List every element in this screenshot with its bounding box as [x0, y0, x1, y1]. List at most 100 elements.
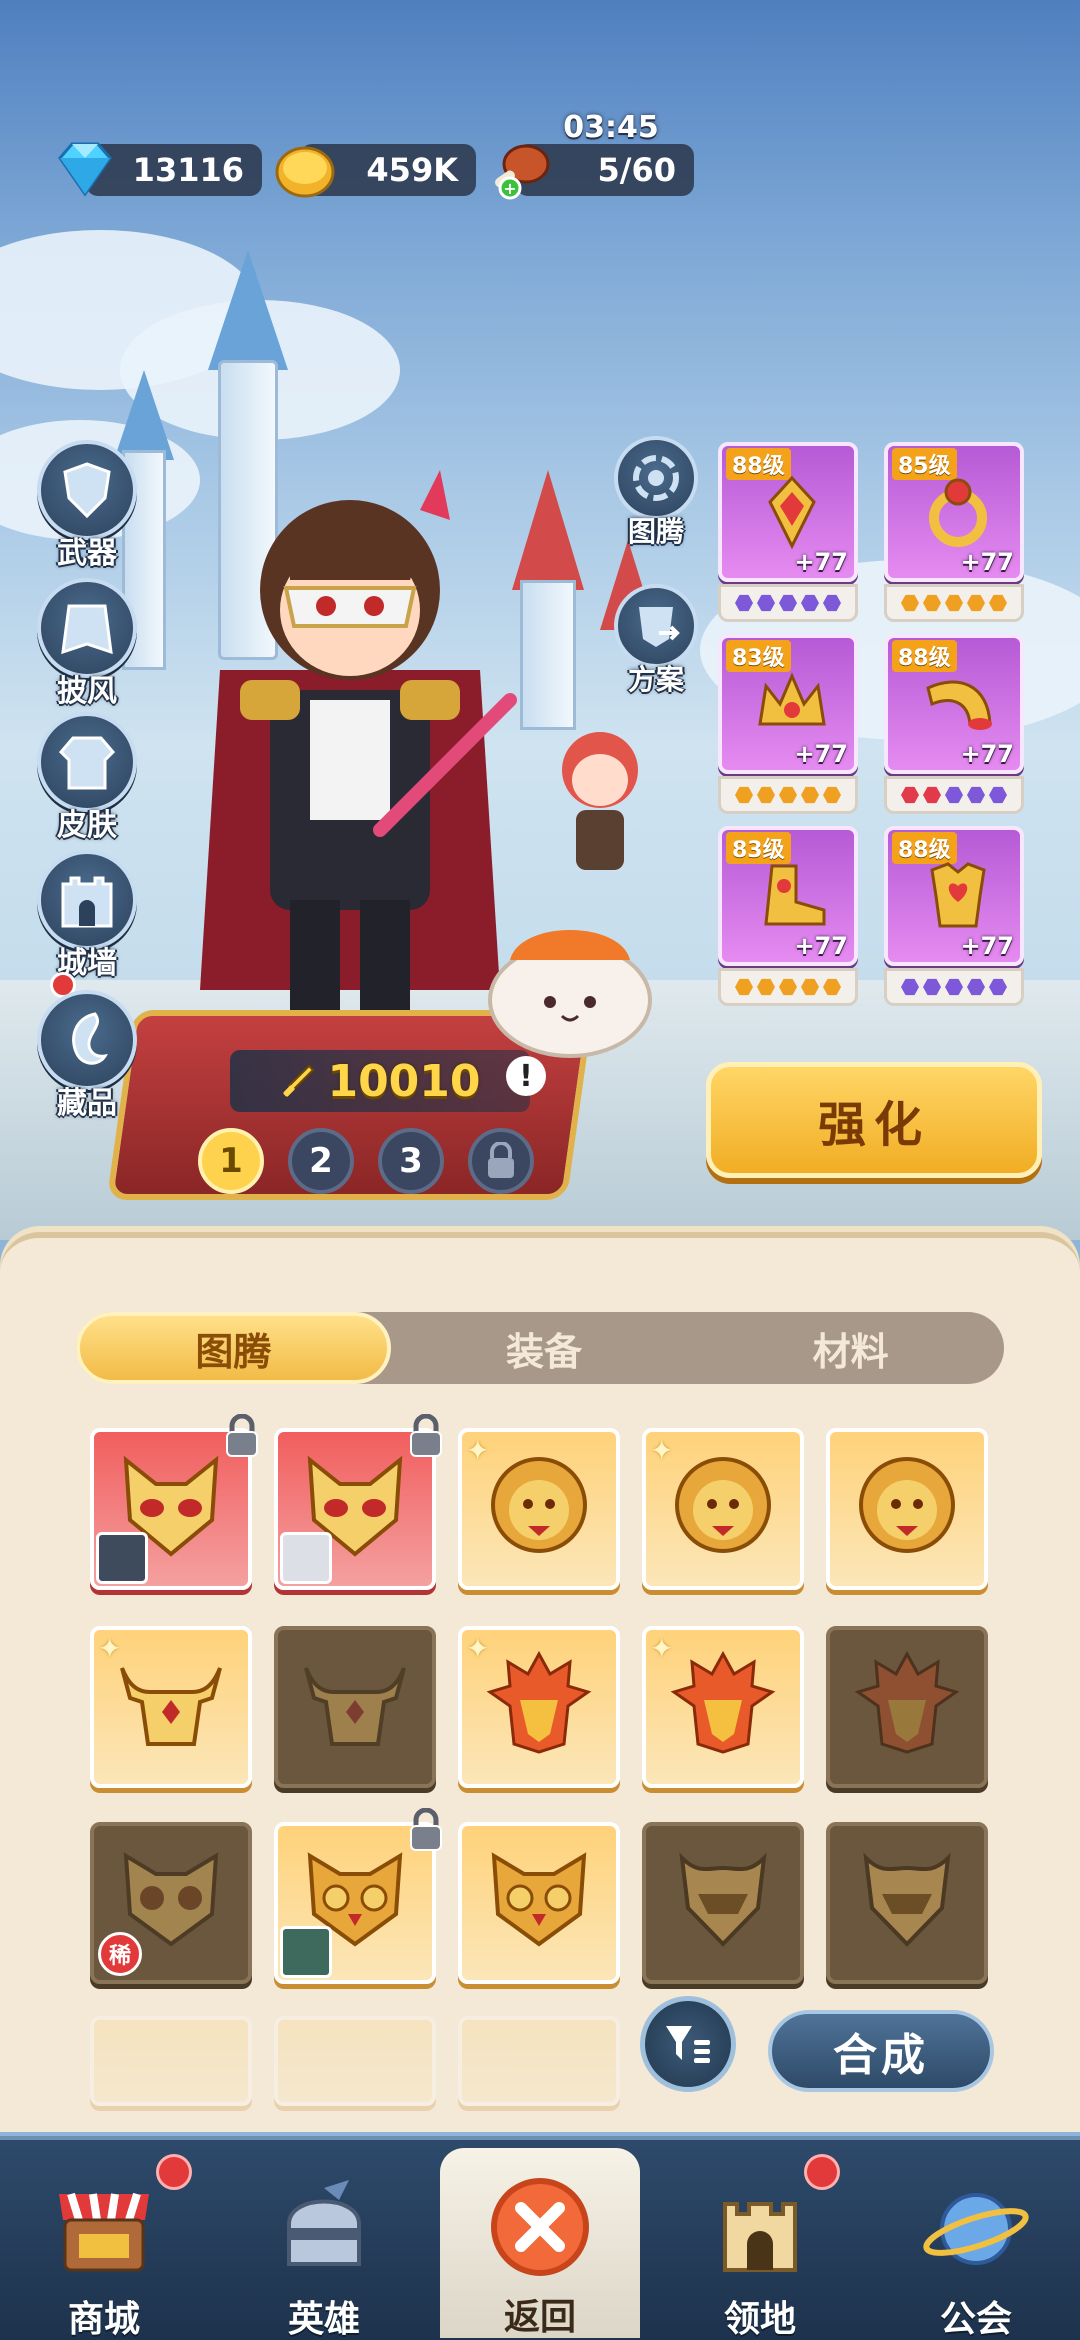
nav-skin[interactable]: 皮肤 — [32, 712, 142, 844]
alert-icon[interactable]: ! — [506, 1056, 546, 1096]
beetle-mask-icon — [863, 1852, 951, 1947]
equipment-slot[interactable]: 83级 +77 — [718, 826, 858, 1006]
inventory-tabs: 图腾 装备 材料 — [76, 1312, 1004, 1384]
totem-item[interactable] — [90, 2016, 252, 2106]
nav-wall-label: 城墙 — [57, 946, 117, 981]
nav-wall[interactable]: 城墙 — [32, 850, 142, 982]
hero-avatar — [280, 1926, 332, 1978]
lion-mask-icon — [491, 1457, 587, 1553]
shop-icon — [59, 2192, 149, 2272]
nav-heroes[interactable]: 英雄 — [224, 2150, 424, 2340]
lock-icon — [488, 1142, 514, 1178]
totem-item[interactable]: ✦ — [90, 1626, 252, 1788]
nav-weapon-label: 武器 — [57, 536, 117, 571]
lion-mask-icon — [859, 1457, 955, 1553]
totem-item[interactable] — [90, 1414, 258, 1590]
totem-item[interactable]: 稀 — [90, 1822, 252, 1984]
gold-coin-icon — [270, 134, 340, 204]
combine-button[interactable]: 合成 — [768, 2010, 994, 2092]
filter-button[interactable] — [640, 1996, 736, 2092]
nav-territory-label: 领地 — [723, 2299, 796, 2340]
nav-totem[interactable]: 图腾 — [606, 436, 706, 550]
ring-icon — [929, 478, 987, 547]
totem-icon — [633, 455, 679, 501]
totem-item[interactable] — [458, 1822, 620, 1984]
totem-item[interactable] — [274, 2016, 436, 2106]
gold-count: 459K — [366, 151, 458, 189]
cape-icon — [61, 604, 113, 655]
tab-equipment[interactable]: 装备 — [391, 1312, 698, 1384]
nav-totem-label: 图腾 — [627, 515, 684, 548]
enhance-button[interactable]: 强化 — [706, 1062, 1042, 1178]
notification-dot — [156, 2154, 192, 2190]
equipment-plus: +77 — [960, 740, 1014, 768]
nav-shop-label: 商城 — [67, 2299, 140, 2340]
armor-icon — [930, 862, 986, 928]
totem-item[interactable] — [642, 1822, 804, 1984]
sword-icon — [283, 1064, 315, 1097]
tab-materials[interactable]: 材料 — [697, 1312, 1004, 1384]
combat-power: 10010 — [230, 1050, 530, 1112]
nav-collection[interactable]: 藏品 — [32, 990, 142, 1122]
equipment-slot[interactable]: 88级 +77 — [884, 634, 1024, 814]
equipment-stars — [718, 776, 858, 814]
totem-item[interactable] — [826, 1428, 988, 1590]
pet-companion[interactable] — [480, 910, 660, 1060]
loadout-page-locked[interactable] — [468, 1128, 534, 1194]
owl-mask-icon — [491, 1852, 587, 1947]
hero-avatar — [96, 1532, 148, 1584]
wall-icon — [61, 876, 113, 928]
totem-item[interactable]: ✦ — [458, 1626, 620, 1788]
totem-item[interactable] — [274, 1626, 436, 1788]
phoenix-mask-icon — [486, 1650, 592, 1754]
lock-icon — [226, 1414, 258, 1457]
equipment-plus: +77 — [960, 548, 1014, 576]
nav-guild[interactable]: 公会 — [876, 2150, 1076, 2340]
preset-icon — [639, 607, 680, 647]
equipment-stars — [884, 776, 1024, 814]
equipment-slot[interactable]: 85级 +77 — [884, 442, 1024, 622]
close-icon — [491, 2178, 589, 2276]
loadout-page-3[interactable]: 3 — [378, 1128, 444, 1194]
crown-icon — [758, 672, 826, 726]
combat-power-value: 10010 — [327, 1055, 481, 1107]
totem-item[interactable] — [826, 1626, 988, 1788]
nav-cape[interactable]: 披风 — [32, 578, 142, 710]
skin-icon — [58, 736, 116, 790]
collection-icon — [72, 1012, 108, 1065]
equipment-plus: +77 — [960, 932, 1014, 960]
equipment-slot[interactable]: 88级 +77 — [718, 442, 858, 622]
loadout-page-2[interactable]: 2 — [288, 1128, 354, 1194]
hero-character[interactable] — [180, 470, 520, 1030]
equipment-stars — [718, 968, 858, 1006]
hero-avatar — [280, 1532, 332, 1584]
totem-item[interactable] — [274, 1808, 442, 1984]
equipment-stars — [718, 584, 858, 622]
totem-item[interactable] — [458, 2016, 620, 2106]
totem-item[interactable]: ✦ — [458, 1428, 620, 1590]
hero-helmet-icon — [287, 2180, 361, 2266]
lock-icon — [410, 1414, 442, 1457]
nav-preset[interactable]: 方案 — [606, 584, 706, 698]
diamond-icon — [50, 134, 120, 204]
equipment-slot[interactable]: 83级 +77 — [718, 634, 858, 814]
totem-item[interactable] — [826, 1822, 988, 1984]
stamina-timer: 03:45 — [563, 110, 659, 145]
castle-icon — [723, 2202, 797, 2272]
tab-totem[interactable]: 图腾 — [76, 1312, 391, 1384]
equipment-slot[interactable]: 88级 +77 — [884, 826, 1024, 1006]
nav-heroes-label: 英雄 — [287, 2299, 360, 2340]
npc-girl — [562, 732, 638, 870]
equipment-stars — [884, 584, 1024, 622]
equipment-plus: +77 — [794, 932, 848, 960]
nav-weapon[interactable]: 武器 — [32, 440, 142, 572]
loadout-page-1[interactable]: 1 — [198, 1128, 264, 1194]
equipment-stars — [884, 968, 1024, 1006]
stamina-count: 5/60 — [597, 151, 676, 189]
planet-icon — [923, 2193, 1029, 2265]
totem-item[interactable]: ✦ — [642, 1428, 804, 1590]
totem-item[interactable]: ✦ — [642, 1626, 804, 1788]
totem-item[interactable] — [274, 1414, 442, 1590]
nav-return[interactable]: 返回 — [440, 2148, 640, 2338]
filter-icon — [666, 2026, 710, 2063]
